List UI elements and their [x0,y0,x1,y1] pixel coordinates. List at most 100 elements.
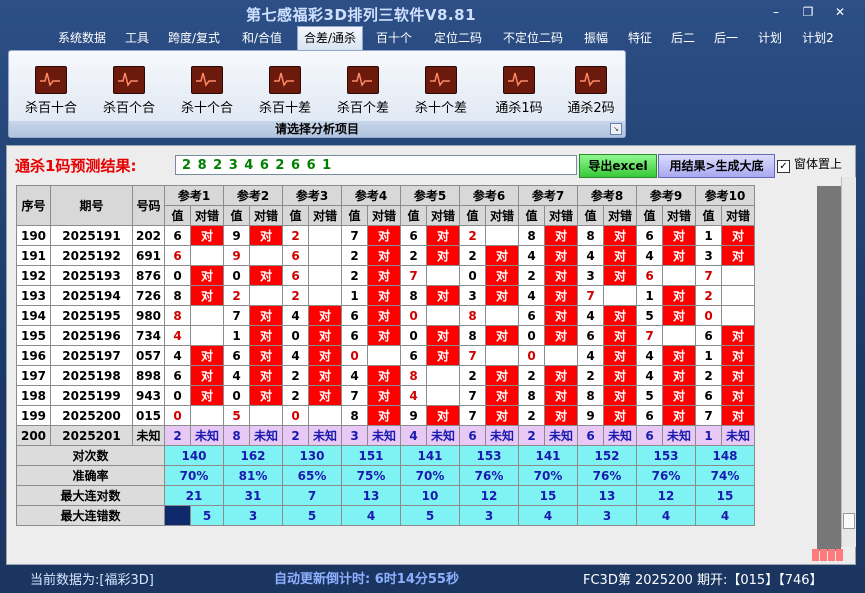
mark-cell: 对 [603,245,637,266]
table-row[interactable]: 197 2025198 898 6 对 4 对 2 对 4 对 8 2 对 2 对 2 对 4 对 2 对 [16,365,755,386]
mark-cell [308,405,342,426]
result-grid: 序号 期号 号码 参考1 参考2 参考3 参考4 参考5 参考6 参考7 参考8… [16,185,755,526]
code-cell: 015 [132,405,165,426]
export-excel-button[interactable]: 导出excel [579,154,657,178]
table-row[interactable]: 191 2025192 691 6 9 6 2 对 2 对 2 对 4 对 4 对 4 对 3 对 [16,245,755,266]
menu-span[interactable]: 跨度/复式 [162,27,226,49]
stats-value: 162 [223,445,283,466]
mark-cell: 未知 [485,425,519,446]
header-ref-9: 参考9 [636,185,696,206]
mark-cell: 对 [249,385,283,406]
mark-cell [662,265,696,286]
value-cell: 8 [577,225,604,246]
generate-base-button[interactable]: 用结果>生成大底 [658,154,775,178]
stats-value: 13 [577,485,637,506]
kill-1-code-button[interactable]: 通杀1码 [480,66,558,116]
menu-plan2[interactable]: 计划2 [796,27,840,49]
close-button[interactable]: ✕ [828,4,852,20]
restore-button[interactable]: ❐ [796,4,820,20]
value-cell: 2 [459,225,486,246]
dialog-launcher-icon[interactable]: ↘ [610,123,622,135]
prediction-row[interactable]: 200 2025201 未知 2 未知 8 未知 2 未知 3 未知 4 未知 6 未知 2 未知 6 未知 6 未知 1… [16,425,755,446]
menu-bsg[interactable]: 百十个 [368,27,420,49]
period-cell: 2025201 [50,425,133,446]
value-cell: 7 [695,265,722,286]
header-value: 值 [518,205,545,226]
minimize-button[interactable]: – [764,4,788,20]
mark-cell: 对 [367,285,401,306]
menu-pos2[interactable]: 定位二码 [428,27,488,49]
menu-nonpos2[interactable]: 不定位二码 [496,27,570,49]
menu-plan[interactable]: 计划 [752,27,788,49]
header-seq: 序号 [16,185,51,226]
value-cell: 4 [518,285,545,306]
stats-label: 最大连对数 [16,485,165,506]
code-cell: 691 [132,245,165,266]
stats-value: 81% [223,465,283,486]
value-cell: 8 [518,225,545,246]
table-row[interactable]: 193 2025194 726 8 对 2 2 1 对 8 对 3 对 4 对 7 1 对 2 [16,285,755,306]
mark-cell: 对 [367,305,401,326]
table-row[interactable]: 190 2025191 202 6 对 9 对 2 7 对 6 对 2 8 对 8 对 6 对 1 对 [16,225,755,246]
period-cell: 2025199 [50,385,133,406]
mark-cell: 对 [662,225,696,246]
menu-last1[interactable]: 后一 [708,27,744,49]
app-window: 第七感福彩3D排列三软件V8.81 – ❐ ✕ 系统数据 工具 跨度/复式 和/… [0,0,865,593]
header-ref-6: 参考6 [459,185,519,206]
mark-cell [190,305,224,326]
kill-bg-sum-button[interactable]: 杀百个合 [90,66,168,116]
value-cell: 6 [223,345,250,366]
menu-feature[interactable]: 特征 [622,27,658,49]
value-cell: 8 [400,285,427,306]
code-cell: 057 [132,345,165,366]
mark-cell [426,365,460,386]
value-cell: 0 [164,385,191,406]
kill-sg-diff-button[interactable]: 杀十个差 [402,66,480,116]
menu-tools[interactable]: 工具 [118,27,156,49]
kill-2-code-button[interactable]: 通杀2码 [552,66,630,116]
value-cell: 3 [577,265,604,286]
countdown-status: 自动更新倒计时: 6时14分55秒 [274,572,459,587]
mark-cell: 未知 [544,425,578,446]
table-row[interactable]: 196 2025197 057 4 对 6 对 4 对 0 6 对 7 0 4 对 4 对 1 对 [16,345,755,366]
mark-cell [249,405,283,426]
value-cell: 7 [577,285,604,306]
table-row[interactable]: 198 2025199 943 0 对 0 对 2 对 7 对 4 7 对 8 对 8 对 5 对 6 对 [16,385,755,406]
stats-label: 准确率 [16,465,165,486]
menu-system-data[interactable]: 系统数据 [52,27,112,49]
mark-cell: 对 [426,325,460,346]
menu-last2[interactable]: 后二 [666,27,700,49]
menu-tongsha[interactable]: 合差/通杀 [297,26,363,50]
vertical-scrollbar[interactable] [841,177,856,547]
mark-cell: 对 [249,365,283,386]
mark-cell: 对 [426,245,460,266]
scrollbar-thumb[interactable] [843,513,855,529]
mark-cell [308,285,342,306]
header-ref-4: 参考4 [341,185,401,206]
menu-amplitude[interactable]: 振幅 [578,27,614,49]
pin-window-checkbox[interactable]: ✓ 窗体置上 [777,155,842,173]
table-row[interactable]: 199 2025200 015 0 5 0 8 对 9 对 7 对 2 对 9 对 6 对 7 对 [16,405,755,426]
menu-sum[interactable]: 和/合值 [234,27,290,49]
kill-sg-sum-button[interactable]: 杀十个合 [168,66,246,116]
value-cell: 0 [695,305,722,326]
kill-bs-sum-button[interactable]: 杀百十合 [12,66,90,116]
mark-cell: 对 [367,225,401,246]
period-cell: 2025194 [50,285,133,306]
value-cell: 0 [223,385,250,406]
value-cell: 2 [282,225,309,246]
seq-cell: 192 [16,265,51,286]
stats-value: 15 [518,485,578,506]
table-row[interactable]: 195 2025196 734 4 1 对 0 对 6 对 0 对 8 对 0 对 6 对 7 6 对 [16,325,755,346]
table-row[interactable]: 192 2025193 876 0 对 0 对 6 2 对 7 0 对 2 对 3 对 6 7 [16,265,755,286]
prediction-result-field[interactable]: 2 8 2 3 4 6 2 6 6 1 [175,155,577,175]
stats-value: 4 [695,505,755,526]
value-cell: 3 [459,285,486,306]
kill-bg-diff-button[interactable]: 杀百个差 [324,66,402,116]
kill-bs-diff-button[interactable]: 杀百十差 [246,66,324,116]
mark-cell: 对 [721,345,755,366]
header-value: 值 [400,205,427,226]
mark-cell: 对 [190,225,224,246]
table-row[interactable]: 194 2025195 980 8 7 对 4 对 6 对 0 8 6 对 4 对 5 对 0 [16,305,755,326]
ribbon-button-label: 杀百个合 [102,101,155,116]
